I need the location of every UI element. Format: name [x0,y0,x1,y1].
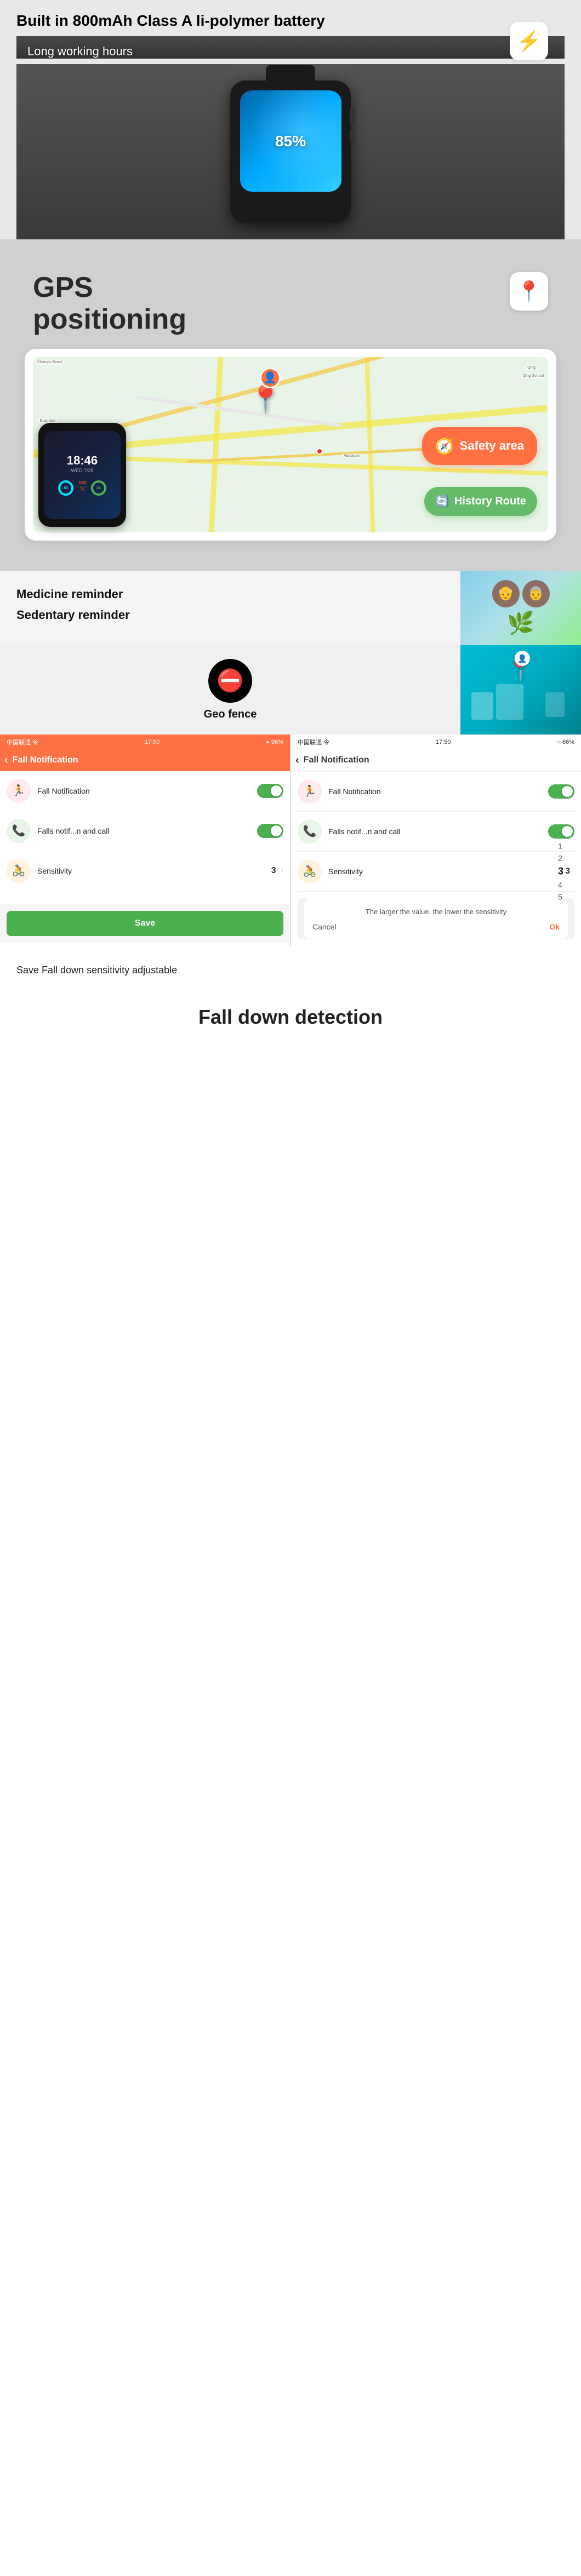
right-sensitivity-label: Sensitivity [328,867,565,876]
left-sensitivity-value: 3 [271,866,276,876]
right-back-arrow[interactable]: ‹ [295,754,299,767]
fall-detection-title-section: Fall down detection [0,995,581,1051]
left-fall-notif-label: Fall Notification [37,787,257,795]
right-fall-notif-toggle[interactable] [548,784,574,799]
fall-notification-section: 中国联通 令 17:50 ● 96% ‹ Fall Notification 🏃 [0,735,581,946]
battery-icon-wrap: ⚡ [510,22,548,60]
battery-title: Built in 800mAh Class A li-polymer batte… [16,11,565,31]
left-sensitivity-label: Sensitivity [37,867,271,875]
history-route-button[interactable]: 🔄 History Route [424,487,537,516]
geo-text: ⛔ Geo fence [0,645,460,735]
right-sensitivity-value: 3 [565,867,570,876]
left-carrier: 中国联通 令 [7,738,38,747]
sensitivity-popup-overlay: The larger the value, the lower the sens… [298,898,574,940]
watch-date: WED 7/28 [71,468,93,473]
fall-phones-row: 中国联通 令 17:50 ● 96% ‹ Fall Notification 🏃 [0,735,581,946]
left-status-bar: 中国联通 令 17:50 ● 96% [0,735,290,750]
battery-section: Built in 800mAh Class A li-polymer batte… [0,0,581,239]
bolt-icon: ⚡ [517,30,542,53]
watch-overlay: 18:46 WED 7/28 80 118 76 24 [38,423,126,527]
medicine-reminder: Medicine reminder [16,587,444,601]
left-nav-bar: ‹ Fall Notification [0,750,290,771]
history-icon: 🔄 [435,495,449,508]
right-falls-call-label: Falls notif...n and call [328,827,548,836]
geo-fence-icon: ⛔ [217,668,244,693]
safety-icon: 🧭 [435,437,454,455]
gps-icon-wrap: 📍 [510,272,548,311]
reminder-text: Medicine reminder Sedentary reminder [0,571,460,645]
popup-cancel-button[interactable]: Cancel [312,922,337,931]
left-save-button[interactable]: Save [7,911,283,936]
left-fall-notif-toggle[interactable] [257,784,283,798]
fall-down-description: Save Fall down sensitivity adjustable [16,962,565,978]
left-phone: 中国联通 令 17:50 ● 96% ‹ Fall Notification 🏃 [0,735,290,946]
right-fall-notif-icon: 🏃 [298,779,322,804]
left-chevron-right: › [281,866,283,876]
sensitivity-number-picker[interactable]: 1 2 3 4 5 [558,841,563,901]
sens-num-5[interactable]: 5 [558,892,563,901]
sens-num-1[interactable]: 1 [558,841,563,850]
left-nav-title: Fall Notification [13,755,78,765]
ring-center: 118 76 [77,480,88,496]
ring-3: 24 [91,480,106,496]
popup-actions: Cancel Ok [312,922,560,931]
popup-ok-button[interactable]: Ok [549,922,560,931]
gps-section: GPS positioning 📍 Chenglu Road [0,239,581,570]
sens-num-4[interactable]: 4 [558,880,563,889]
right-phone: 中国联通 令 17:50 ○ 66% ‹ Fall Notification 🏃 [291,735,581,946]
right-battery: ○ 66% [557,739,574,745]
watch-time: 18:46 [67,454,98,468]
map-user-avatar: 👤 [260,368,281,388]
right-fall-notif-label: Fall Notification [328,787,548,796]
right-status-bar: 中国联通 令 17:50 ○ 66% [291,735,581,750]
fall-desc-text: Save Fall down sensitivity adjustable [16,962,565,978]
falls-call-icon: 📞 [7,819,31,843]
ring-1: 80 [58,480,73,496]
right-falls-call-icon: 📞 [298,819,322,844]
history-route-label: History Route [454,495,526,508]
popup-text: The larger the value, the lower the sens… [312,907,560,917]
right-sensitivity-item: 🚴 Sensitivity 3 1 2 3 4 5 [298,852,574,892]
reminder-section: Medicine reminder Sedentary reminder 👴 👵… [0,571,581,645]
fall-notif-icon: 🏃 [7,779,31,803]
right-time: 17:50 [436,739,451,745]
right-notification-list: 🏃 Fall Notification 📞 Falls notif...n an… [291,772,581,946]
working-hours-label: Long working hours [27,44,133,58]
map-container: Chenglu Road Qing Qing School Business A… [25,349,556,541]
right-falls-call-item: 📞 Falls notif...n and call [298,812,574,852]
sedentary-reminder: Sedentary reminder [16,608,444,622]
geo-fence-section: ⛔ Geo fence 📍 👤 [0,645,581,735]
right-falls-call-toggle[interactable] [548,824,574,839]
geo-fence-icon-circle: ⛔ [208,659,252,703]
left-fall-notif-item: 🏃 Fall Notification [7,771,283,811]
left-sensitivity-item: 🚴 Sensitivity 3 › [7,851,283,891]
left-falls-call-item: 📞 Falls notif...n and call [7,811,283,851]
left-notification-list: 🏃 Fall Notification 📞 Falls notif...n an… [0,771,290,904]
reminder-image: 👴 👵 🌿 [460,571,581,645]
fall-down-section: Save Fall down sensitivity adjustable [0,946,581,995]
location-pin-icon: 📍 [517,280,542,303]
sensitivity-icon: 🚴 [7,859,31,883]
watch-image: 85% [197,75,384,228]
left-time: 17:50 [145,739,160,745]
left-battery: ● 96% [266,739,283,745]
map-pin: 📍 [249,383,282,415]
gps-title: GPS positioning [33,272,197,335]
right-sensitivity-icon: 🚴 [298,859,322,883]
geo-fence-label: Geo fence [204,708,257,721]
safety-area-button[interactable]: 🧭 Safety area [422,427,537,465]
fall-detection-title: Fall down detection [0,995,581,1051]
sens-num-2[interactable]: 2 [558,853,563,862]
right-carrier: 中国联通 令 [298,738,329,747]
safety-area-label: Safety area [460,439,524,453]
right-nav-title: Fall Notification [304,755,369,765]
sensitivity-popup: The larger the value, the lower the sens… [304,898,568,940]
left-back-arrow[interactable]: ‹ [4,754,8,767]
left-falls-call-toggle[interactable] [257,824,283,838]
geo-fence-image: 📍 👤 [460,645,581,735]
sens-num-3[interactable]: 3 [558,865,563,877]
left-falls-call-label: Falls notif...n and call [37,827,257,835]
right-nav-bar: ‹ Fall Notification [291,750,581,772]
right-fall-notif-item: 🏃 Fall Notification [298,772,574,812]
